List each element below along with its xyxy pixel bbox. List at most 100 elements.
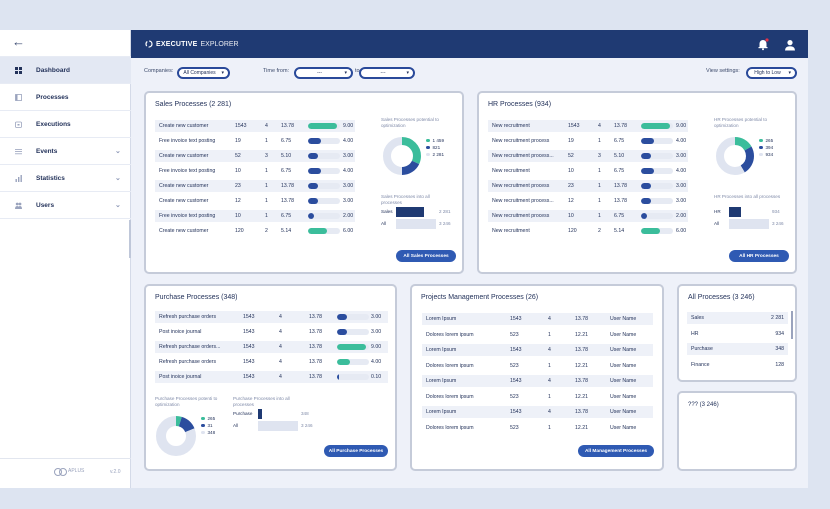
progress-fill [641, 123, 670, 129]
table-row[interactable]: Dolores lorem ipsum 523 1 12.21 User Name [422, 329, 653, 341]
cell-b: 4 [548, 316, 551, 322]
table-row[interactable]: New recruitment 1543 4 13.78 9.00 [488, 120, 688, 132]
list-item[interactable]: Finance 128 [687, 359, 788, 371]
cell-a: 10 [568, 213, 574, 219]
bar-sales [396, 207, 425, 217]
cell-value: 3.00 [343, 153, 354, 159]
table-row[interactable]: Lorem Ipsum 1543 4 13.78 User Name [422, 344, 653, 356]
progress-fill [308, 153, 318, 159]
progress-bar [337, 329, 369, 335]
bar-all [729, 219, 769, 229]
projects-all-button[interactable]: All Management Processes [578, 445, 654, 457]
cell-a: 523 [510, 393, 519, 400]
cell-name: Lorem Ipsum [426, 378, 457, 384]
time-from-select[interactable]: --- ▾ [294, 67, 353, 79]
progress-bar [641, 138, 673, 144]
cell-name: Refresh purchase orders... [159, 344, 221, 350]
cell-c: 6.75 [614, 213, 625, 219]
table-row[interactable]: Lorem Ipsum 1543 4 13.78 User Name [422, 375, 653, 387]
sidebar-item-label: Processes [36, 93, 69, 101]
processes-icon [15, 93, 22, 101]
item-label: Purchase [691, 346, 713, 352]
table-row[interactable]: Post inoice journal 1543 4 13.78 0.10 [155, 371, 388, 383]
table-row[interactable]: Create new customer 52 3 5.10 3.00 [155, 150, 355, 162]
sidebar-scrollbar[interactable] [129, 220, 131, 258]
purchase-processes-card: Purchase Processes (348) Refresh purchas… [144, 284, 397, 471]
table-row[interactable]: New recruitment process 23 1 13.78 3.00 [488, 180, 688, 192]
list-item[interactable]: HR 934 [687, 328, 788, 340]
cell-name: Dolores lorem ipsum [426, 362, 474, 369]
progress-fill [337, 344, 366, 350]
time-to-select[interactable]: --- ▾ [359, 67, 415, 79]
legend-value: 934 [765, 152, 774, 157]
table-row[interactable]: Refresh purchase orders 1543 4 13.78 3.00 [155, 311, 388, 323]
purchase-all-button[interactable]: All Purchase Processes [324, 445, 388, 457]
sidebar-item-statistics[interactable]: Statistics ⌄ [0, 165, 131, 191]
cell-c: 6.75 [614, 138, 625, 144]
table-row[interactable]: Dolores lorem ipsum 523 1 12.21 User Name [422, 422, 653, 434]
progress-fill [308, 123, 337, 129]
view-settings-select[interactable]: High to Low ▾ [746, 67, 797, 79]
progress-bar [308, 168, 340, 174]
cell-name: Create new customer [159, 228, 209, 234]
progress-bar [641, 213, 673, 219]
table-row[interactable]: Dolores lorem ipsum 523 1 12.21 User Name [422, 360, 653, 372]
sidebar-item-users[interactable]: Users ⌄ [0, 192, 131, 218]
scrollbar[interactable] [791, 311, 793, 339]
sidebar-item-executions[interactable]: Executions [0, 111, 131, 137]
cell-a: 1543 [568, 123, 580, 129]
list-item[interactable]: Sales 2 281 [687, 312, 788, 324]
cell-b: 1 [598, 168, 601, 174]
table-row[interactable]: Refresh purchase orders... 1543 4 13.78 9.00 [155, 341, 388, 353]
cell-c: 12.21 [575, 331, 588, 338]
cell-c: 13.78 [281, 198, 294, 204]
cell-c: 13.78 [614, 183, 627, 189]
user-icon[interactable] [783, 38, 797, 52]
cell-user: User Name [610, 331, 637, 338]
dashboard-icon [15, 66, 22, 74]
legend-dot [759, 145, 763, 150]
table-row[interactable]: Lorem Ipsum 1543 4 13.78 User Name [422, 313, 653, 325]
table-row[interactable]: Create new customer 12 1 13.78 3.00 [155, 195, 355, 207]
table-row[interactable]: Refresh purchase orders 1543 4 13.78 4.00 [155, 356, 388, 368]
chevron-down-icon: ⌄ [115, 175, 121, 182]
progress-bar [641, 228, 673, 234]
cell-a: 52 [568, 153, 574, 159]
table-row[interactable]: Create new customer 23 1 13.78 3.00 [155, 180, 355, 192]
table-row[interactable]: Create new customer 1543 4 13.78 9.00 [155, 120, 355, 132]
companies-select[interactable]: All Companies ▾ [177, 67, 230, 79]
table-row[interactable]: New recruitment process 10 1 6.75 2.00 [488, 210, 688, 222]
hr-all-button[interactable]: All HR Processes [729, 250, 789, 262]
table-row[interactable]: New recruitment process... 12 1 13.78 3.00 [488, 195, 688, 207]
list-item[interactable]: Purchase 348 [687, 343, 788, 355]
sidebar-item-events[interactable]: Events ⌄ [0, 138, 131, 164]
sales-all-button[interactable]: All Sales Processes [396, 250, 456, 262]
progress-bar [308, 213, 340, 219]
cell-name: Dolores lorem ipsum [426, 393, 474, 400]
cell-name: Dolores lorem ipsum [426, 424, 474, 431]
bars-title: HR Processes into all processes [714, 194, 781, 199]
cell-name: New recruitment process [492, 138, 550, 144]
table-row[interactable]: New recruitment process... 52 3 5.10 3.00 [488, 150, 688, 162]
sidebar-item-dashboard[interactable]: Dashboard [0, 57, 131, 83]
table-row[interactable]: Create new customer 120 2 5.14 6.00 [155, 225, 355, 237]
table-row[interactable]: Dolores lorem ipsum 523 1 12.21 User Name [422, 391, 653, 403]
cell-b: 2 [598, 228, 601, 234]
table-row[interactable]: Post inoice journal 1543 4 13.78 3.00 [155, 326, 388, 338]
legend-dot [201, 423, 205, 428]
sidebar-item-processes[interactable]: Processes [0, 84, 131, 110]
companies-value: All Companies [183, 70, 216, 76]
progress-bar [308, 138, 340, 144]
table-row[interactable]: Free invoice text posting 10 1 6.75 4.00 [155, 165, 355, 177]
table-row[interactable]: Free invoice text posting 19 1 6.75 4.00 [155, 135, 355, 147]
table-row[interactable]: Lorem Ipsum 1543 4 13.78 User Name [422, 406, 653, 418]
table-row[interactable]: New recruitment process 19 1 6.75 4.00 [488, 135, 688, 147]
back-arrow-icon[interactable]: ← [12, 34, 25, 49]
sidebar-footer: APLUS v.2.0 [0, 458, 131, 488]
cell-b: 4 [279, 374, 282, 380]
bell-icon[interactable] [756, 37, 770, 51]
chevron-down-icon: ▾ [406, 70, 409, 76]
table-row[interactable]: New recruitment 120 2 5.14 6.00 [488, 225, 688, 237]
table-row[interactable]: Free invoice text posting 10 1 6.75 2.00 [155, 210, 355, 222]
table-row[interactable]: New recruitment 10 1 6.75 4.00 [488, 165, 688, 177]
